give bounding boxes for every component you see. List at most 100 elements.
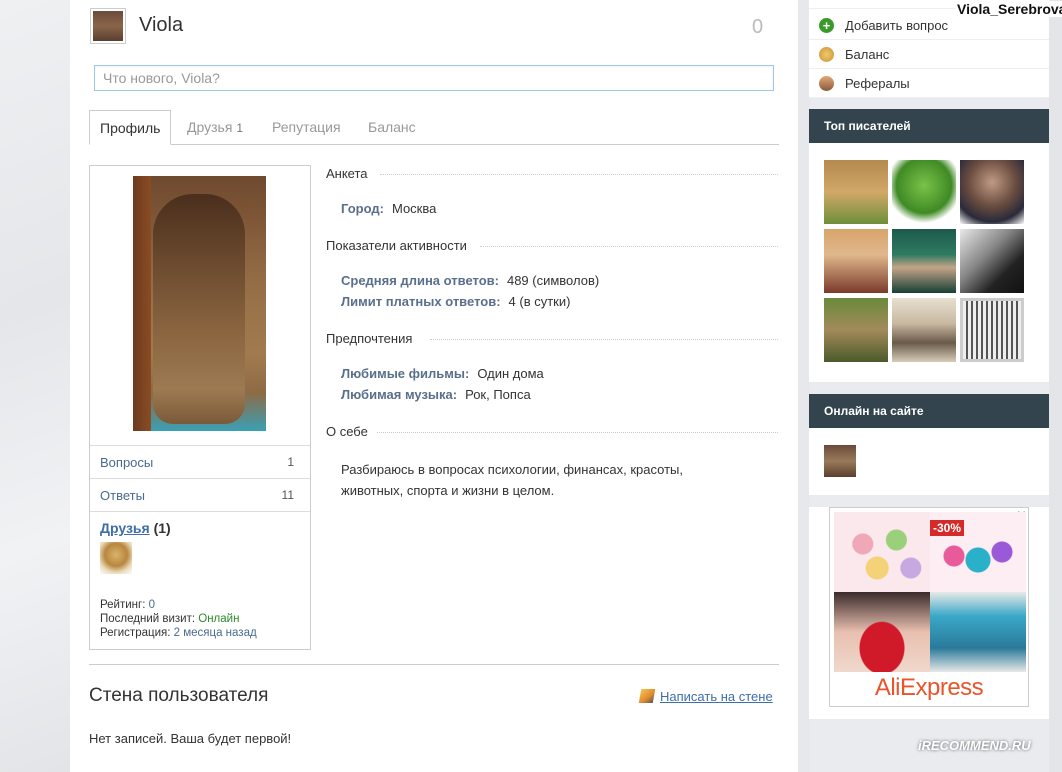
online-user-avatar[interactable] — [824, 445, 856, 477]
panel-title: Онлайн на сайте — [809, 394, 1049, 428]
tab-profile[interactable]: Профиль — [89, 110, 172, 145]
field-value: Рок, Попса — [465, 387, 531, 402]
writer-avatar[interactable] — [824, 160, 888, 224]
section-divider — [377, 432, 778, 433]
avatar-image — [93, 11, 123, 41]
writer-avatar[interactable] — [824, 298, 888, 362]
notification-count[interactable]: 0 — [752, 16, 763, 39]
section-divider — [430, 339, 778, 340]
field-label: Лимит платных ответов: — [341, 294, 501, 309]
menu-item-label: Баланс — [845, 47, 890, 62]
ad-tile-lips[interactable] — [834, 592, 930, 672]
ad-tile-hoodie[interactable] — [930, 592, 1026, 672]
section-anketa: Анкета — [326, 166, 368, 181]
discount-badge: -30% — [930, 520, 965, 536]
field-films: Любимые фильмы: Один дома — [341, 366, 544, 381]
registration-label: Регистрация: — [100, 627, 171, 639]
tab-label: Друзья — [187, 119, 233, 135]
wall-empty-message: Нет записей. Ваша будет первой! — [89, 731, 292, 746]
registration-line: Регистрация: 2 месяца назад — [100, 626, 257, 640]
rating-label: Рейтинг: — [100, 599, 146, 611]
page-background-right — [1049, 0, 1062, 772]
friends-count: (1) — [153, 520, 171, 536]
panel-title: Топ писателей — [809, 109, 1049, 143]
section-about: О себе — [326, 424, 368, 439]
ad-banner[interactable]: ✕ -30% AliExpress — [829, 507, 1029, 707]
profile-name: Viola — [139, 14, 184, 36]
tab-label: Репутация — [272, 119, 341, 135]
profile-tabs: Профиль Друзья 1 Репутация Баланс — [89, 110, 779, 145]
tab-count: 1 — [236, 121, 244, 135]
field-avg-length: Средняя длина ответов: 489 (символов) — [341, 273, 599, 288]
friends-link[interactable]: Друзья — [100, 520, 150, 536]
writer-avatar[interactable] — [960, 160, 1024, 224]
top-writers-panel: Топ писателей — [809, 109, 1049, 382]
users-icon — [819, 76, 834, 91]
page-background-left — [0, 0, 70, 772]
stat-answers[interactable]: Ответы 11 — [90, 478, 310, 511]
field-label: Средняя длина ответов: — [341, 273, 499, 288]
coin-icon — [819, 47, 834, 62]
registration-value: 2 месяца назад — [173, 627, 257, 639]
menu-item-label: Добавить вопрос — [845, 18, 949, 33]
menu-item-referrals[interactable]: Рефералы — [809, 69, 1049, 98]
tab-label: Баланс — [368, 119, 416, 135]
field-city: Город: Москва — [341, 201, 436, 216]
section-divider — [480, 246, 778, 247]
field-paid-limit: Лимит платных ответов: 4 (в сутки) — [341, 294, 570, 309]
watermark: iRECOMMEND.RU — [918, 738, 1031, 753]
online-panel: Онлайн на сайте — [809, 394, 1049, 495]
stat-value: 11 — [281, 488, 294, 502]
tab-label: Профиль — [100, 120, 161, 136]
pencil-icon — [638, 689, 656, 703]
field-value: 489 (символов) — [506, 273, 600, 288]
stat-label: Ответы — [100, 488, 145, 503]
profile-info: Рейтинг: 0 Последний визит: Онлайн Регис… — [100, 598, 257, 640]
write-on-wall-label: Написать на стене — [660, 689, 773, 704]
stat-label: Вопросы — [100, 455, 154, 470]
current-username[interactable]: Viola_Serebrova — [955, 1, 1062, 17]
writer-avatar[interactable] — [892, 160, 956, 224]
last-visit-label: Последний визит: — [100, 613, 196, 625]
section-preferences: Предпочтения — [326, 331, 413, 346]
field-value: Москва — [391, 201, 437, 216]
writer-avatar[interactable] — [824, 229, 888, 293]
menu-item-balance[interactable]: Баланс — [809, 40, 1049, 69]
last-visit-value: Онлайн — [198, 613, 240, 625]
ad-tile-sponges[interactable]: -30% — [930, 512, 1026, 592]
tab-friends[interactable]: Друзья 1 — [187, 110, 243, 145]
friends-title: Друзья (1) — [100, 520, 300, 536]
rating-line: Рейтинг: 0 — [100, 598, 257, 612]
writer-avatar[interactable] — [960, 229, 1024, 293]
profile-photo[interactable] — [133, 176, 266, 431]
section-divider — [380, 174, 778, 175]
ad-tile-macarons[interactable] — [834, 512, 930, 592]
writer-avatar[interactable] — [960, 298, 1024, 362]
writer-avatar[interactable] — [892, 229, 956, 293]
tab-balance[interactable]: Баланс — [368, 110, 416, 145]
profile-card: Вопросы 1 Ответы 11 Друзья (1) Рейтинг: … — [89, 165, 311, 650]
stat-questions[interactable]: Вопросы 1 — [90, 445, 310, 478]
field-label: Любимая музыка: — [341, 387, 458, 402]
field-music: Любимая музыка: Рок, Попса — [341, 387, 531, 402]
aliexpress-logo: AliExpress — [874, 674, 984, 701]
field-value: Один дома — [477, 366, 544, 381]
rating-value: 0 — [148, 599, 156, 611]
wall-title: Стена пользователя — [89, 685, 269, 706]
menu-item-label: Рефералы — [845, 76, 910, 91]
write-on-wall-link[interactable]: Написать на стене — [638, 689, 773, 704]
profile-main: Viola 0 Профиль Друзья1 Репутация Баланс… — [70, 0, 798, 772]
photo-door — [133, 176, 151, 431]
photo-hair — [153, 194, 245, 424]
tab-reputation[interactable]: Репутация — [272, 110, 341, 145]
friend-avatar[interactable] — [100, 542, 132, 574]
stat-value: 1 — [287, 455, 294, 469]
writer-avatar[interactable] — [892, 298, 956, 362]
status-input[interactable] — [94, 65, 774, 91]
section-activity: Показатели активности — [326, 238, 467, 253]
plus-icon: + — [819, 18, 834, 33]
field-label: Любимые фильмы: — [341, 366, 470, 381]
wall-divider — [89, 664, 779, 665]
last-visit-line: Последний визит: Онлайн — [100, 612, 257, 626]
header-avatar[interactable] — [90, 8, 126, 44]
